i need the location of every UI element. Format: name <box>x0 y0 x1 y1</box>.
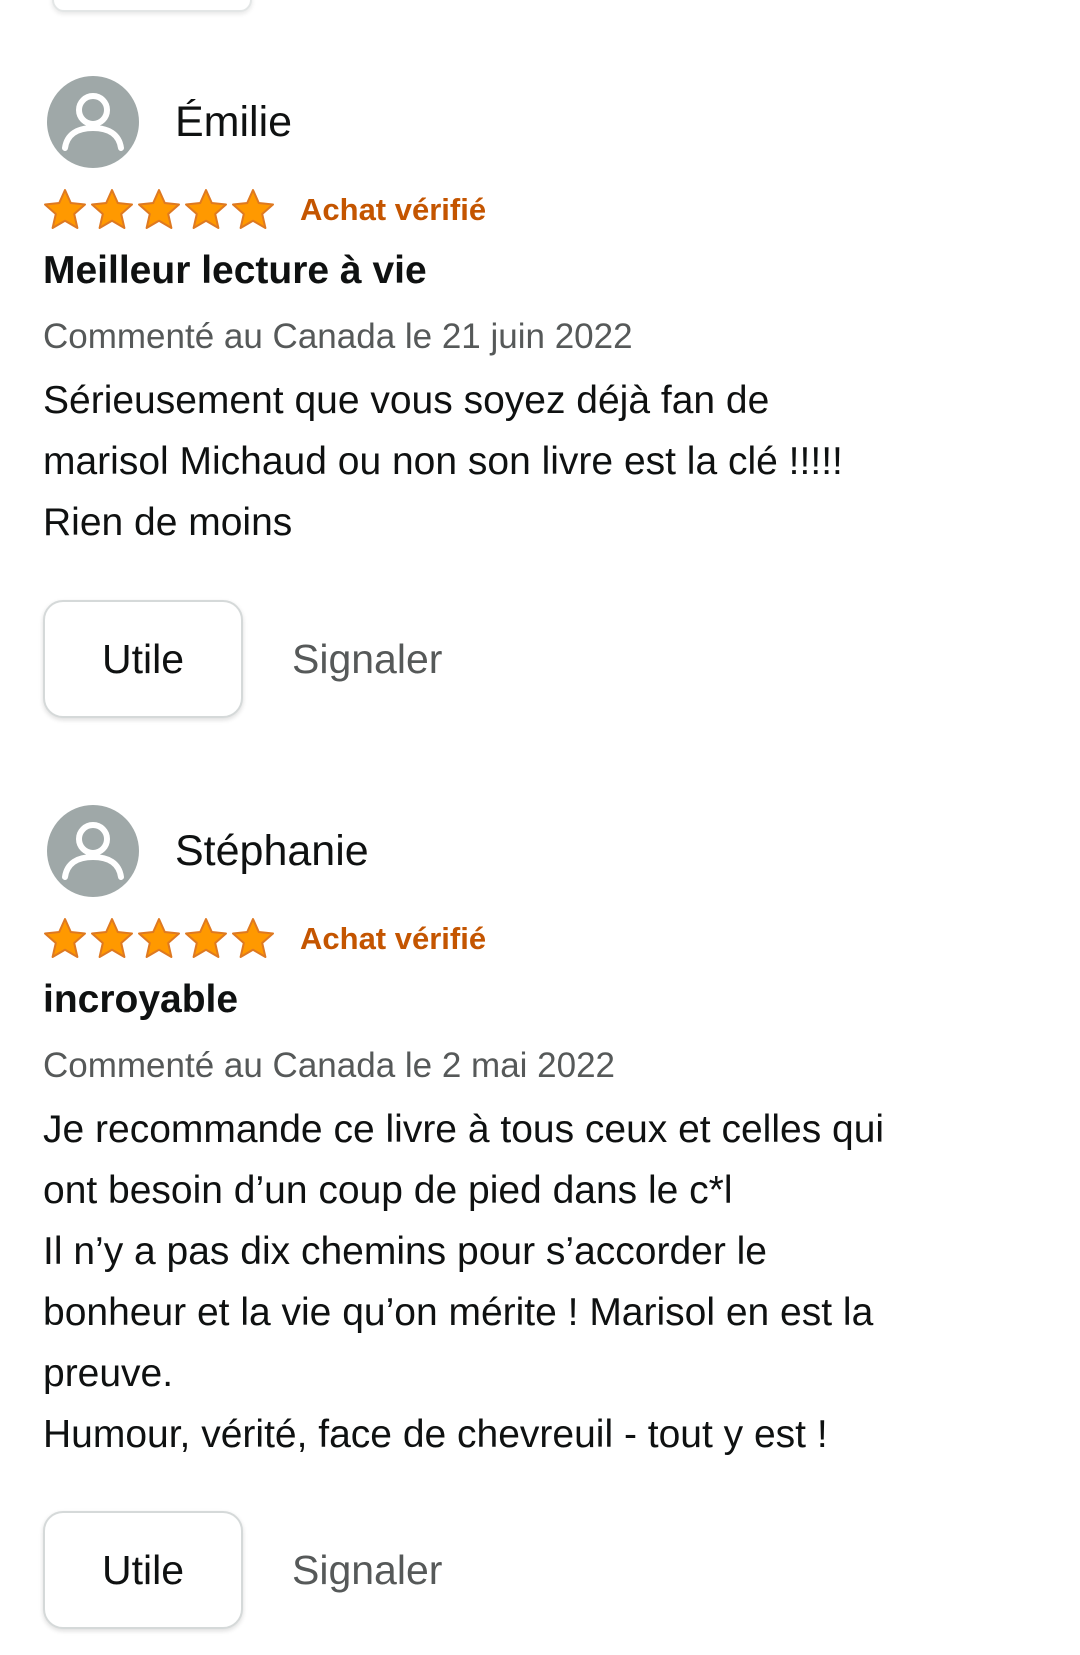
five-star-rating <box>41 186 276 234</box>
previous-button-fragment[interactable] <box>52 0 252 12</box>
star-icon <box>229 186 277 234</box>
review-body-line: preuve. <box>43 1352 174 1395</box>
star-icon <box>229 915 277 963</box>
review-body-line: bonheur et la vie qu’on mérite ! Marisol… <box>43 1291 874 1334</box>
star-icon <box>41 915 89 963</box>
helpful-button[interactable]: Utile <box>43 1511 243 1629</box>
five-star-rating <box>41 915 276 963</box>
rating-row: Achat vérifié <box>41 184 486 236</box>
verified-purchase-badge: Achat vérifié <box>300 192 487 227</box>
review-body-line: Il n’y a pas dix chemins pour s’accorder… <box>43 1230 767 1273</box>
review-body: Je recommande ce livre à tous ceux et ce… <box>43 1099 1053 1465</box>
report-link[interactable]: Signaler <box>292 600 442 718</box>
review-body: Sérieusement que vous soyez déjà fan de … <box>43 370 1053 553</box>
review-title: incroyable <box>43 978 239 1021</box>
report-link[interactable]: Signaler <box>292 1511 442 1629</box>
rating-row: Achat vérifié <box>41 913 486 965</box>
review-body-line: Rien de moins <box>43 501 293 544</box>
review-body-line: Je recommande ce livre à tous ceux et ce… <box>43 1108 885 1151</box>
review-date: Commenté au Canada le 21 juin 2022 <box>43 317 633 356</box>
review-body-line: Humour, vérité, face de chevreuil - tout… <box>43 1413 828 1456</box>
review-body-line: ont besoin d’un coup de pied dans le c*l <box>43 1169 733 1212</box>
verified-purchase-badge: Achat vérifié <box>300 921 487 956</box>
default-user-avatar-icon <box>47 805 139 897</box>
star-icon <box>182 915 230 963</box>
star-icon <box>182 186 230 234</box>
review-date: Commenté au Canada le 2 mai 2022 <box>43 1046 616 1085</box>
star-icon <box>41 186 89 234</box>
default-user-avatar-icon <box>47 76 139 168</box>
review-title: Meilleur lecture à vie <box>43 249 427 292</box>
star-icon <box>88 186 136 234</box>
review-body-line: Sérieusement que vous soyez déjà fan de <box>43 379 770 422</box>
reviewer-profile: Stéphanie <box>47 805 369 897</box>
star-icon <box>88 915 136 963</box>
star-icon <box>135 186 183 234</box>
review-body-line: marisol Michaud ou non son livre est la … <box>43 440 843 483</box>
reviewer-profile: Émilie <box>47 76 292 168</box>
helpful-button[interactable]: Utile <box>43 600 243 718</box>
reviewer-name: Stéphanie <box>175 827 369 875</box>
reviewer-name: Émilie <box>175 98 293 146</box>
star-icon <box>135 915 183 963</box>
